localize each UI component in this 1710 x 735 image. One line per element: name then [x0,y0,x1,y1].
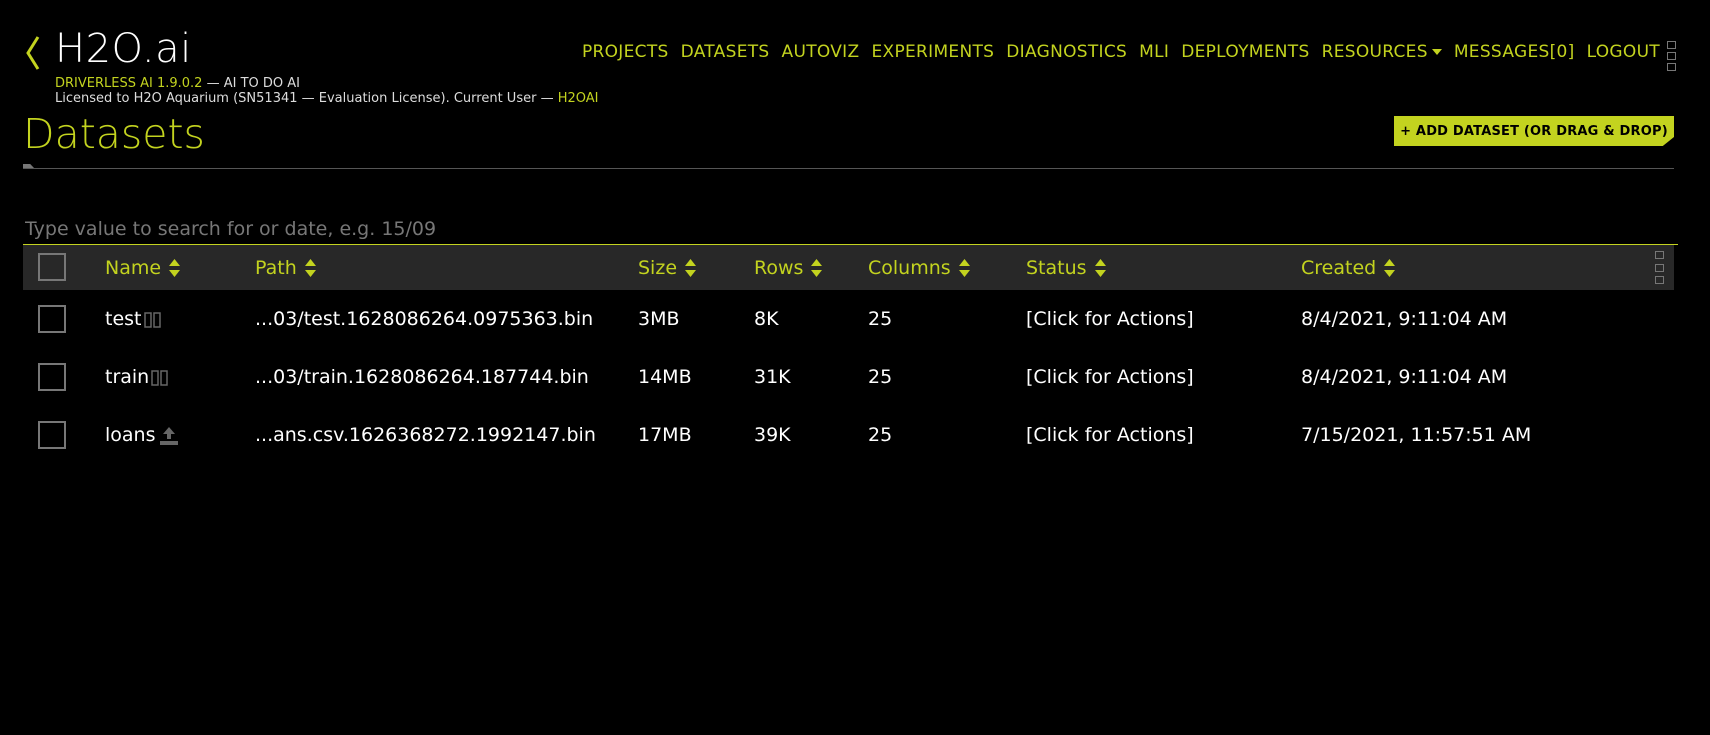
dataset-name-label: loans [105,424,156,446]
nav-deployments[interactable]: DEPLOYMENTS [1181,42,1309,62]
sort-icon [304,258,316,277]
dataset-rows: 39K [754,424,791,446]
dataset-created: 8/4/2021, 9:11:04 AM [1301,366,1508,388]
dataset-size: 14MB [638,366,692,388]
column-header-path[interactable]: Path [255,257,316,279]
split-icon [143,311,161,328]
column-header-columns[interactable]: Columns [868,257,970,279]
datasets-table: Name Path Size Rows Columns Status Creat… [23,245,1674,464]
sort-icon [958,258,970,277]
column-header-name[interactable]: Name [105,256,181,279]
row-checkbox[interactable] [38,305,66,333]
dataset-name[interactable]: train [105,366,169,388]
dataset-created: 7/15/2021, 11:57:51 AM [1301,424,1532,446]
dataset-rows: 8K [754,308,779,330]
column-header-label: Name [105,256,162,279]
dataset-columns: 25 [868,308,893,330]
caret-down-icon [1431,49,1442,55]
product-version: DRIVERLESS AI 1.9.0.2 — AI TO DO AI [55,76,300,91]
column-header-rows[interactable]: Rows [754,256,823,279]
column-menu-icon[interactable] [1655,251,1665,284]
dataset-path: ...03/test.1628086264.0975363.bin [255,308,594,330]
table-header: Name Path Size Rows Columns Status Creat… [23,245,1674,290]
back-chevron-icon[interactable] [22,33,44,73]
dataset-name-label: train [105,366,150,388]
table-row[interactable]: loans ...ans.csv.1626368272.1992147.bin … [23,406,1674,464]
current-user: H2OAI [557,91,599,106]
table-row[interactable]: train ...03/train.1628086264.187744.bin … [23,348,1674,406]
column-header-label: Size [638,256,678,279]
sort-icon [811,258,823,277]
column-header-label: Columns [868,256,951,279]
page-title: Datasets [23,110,205,158]
column-header-size[interactable]: Size [638,256,697,279]
dataset-status-actions[interactable]: [Click for Actions] [1026,424,1194,446]
dataset-name[interactable]: loans [105,424,180,446]
column-header-status[interactable]: Status [1026,257,1106,279]
sort-icon [1384,258,1396,277]
nav-experiments[interactable]: EXPERIMENTS [871,42,994,62]
dataset-name[interactable]: test [105,308,162,330]
tagline: — AI TO DO AI [202,76,300,91]
dataset-status-actions[interactable]: [Click for Actions] [1026,308,1194,330]
dataset-columns: 25 [868,366,893,388]
select-all-checkbox[interactable] [38,253,66,281]
dataset-columns: 25 [868,424,893,446]
license-info: Licensed to H2O Aquarium (SN51341 — Eval… [55,91,598,106]
nav-autoviz[interactable]: AUTOVIZ [782,42,860,62]
dataset-size: 3MB [638,308,680,330]
column-header-created[interactable]: Created [1301,256,1396,279]
nav-projects[interactable]: PROJECTS [582,42,669,62]
upload-icon [159,426,178,445]
nav-mli[interactable]: MLI [1139,42,1169,62]
nav-diagnostics[interactable]: DIAGNOSTICS [1006,42,1127,62]
dataset-rows: 31K [754,366,791,388]
search-input[interactable] [23,214,1678,245]
divider [23,168,1674,169]
row-checkbox[interactable] [38,421,66,449]
nav-logout[interactable]: LOGOUT [1587,42,1660,62]
add-dataset-button[interactable]: + ADD DATASET (OR DRAG & DROP) [1394,116,1674,146]
dataset-size: 17MB [638,424,692,446]
dataset-created: 8/4/2021, 9:11:04 AM [1301,308,1508,330]
license-text: Licensed to H2O Aquarium (SN51341 — Eval… [55,91,558,106]
dataset-name-label: test [105,308,142,330]
sort-icon [685,258,697,277]
sort-icon [169,258,181,277]
dataset-path: ...ans.csv.1626368272.1992147.bin [255,424,596,446]
column-header-label: Status [1026,256,1087,279]
column-header-label: Rows [754,256,804,279]
nav-datasets[interactable]: DATASETS [681,42,770,62]
dataset-path: ...03/train.1628086264.187744.bin [255,366,589,388]
brand-logo: H2O.ai [55,26,192,72]
dataset-status-actions[interactable]: [Click for Actions] [1026,366,1194,388]
product-name: DRIVERLESS AI 1.9.0.2 [55,76,203,91]
app-menu-icon[interactable] [1667,41,1677,71]
nav-messages[interactable]: MESSAGES[0] [1454,42,1575,62]
row-checkbox[interactable] [38,363,66,391]
top-nav: PROJECTS DATASETS AUTOVIZ EXPERIMENTS DI… [582,42,1660,62]
split-icon [151,369,168,386]
nav-resources-label: RESOURCES [1321,42,1428,62]
column-header-label: Path [255,256,297,279]
nav-resources[interactable]: RESOURCES [1322,42,1442,62]
table-row[interactable]: test ...03/test.1628086264.0975363.bin 3… [23,290,1674,348]
column-header-label: Created [1301,256,1377,279]
sort-icon [1094,258,1106,277]
